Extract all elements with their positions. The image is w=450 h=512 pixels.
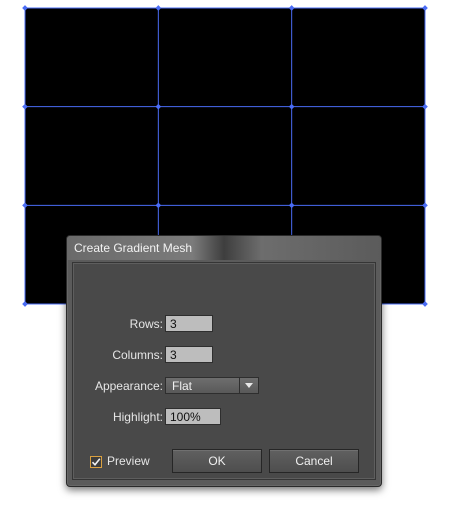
- mesh-anchor-point[interactable]: [422, 202, 428, 209]
- mesh-anchor-point[interactable]: [288, 202, 295, 209]
- preview-checkbox[interactable]: [90, 456, 102, 468]
- appearance-select[interactable]: Flat: [165, 377, 259, 394]
- dialog-title: Create Gradient Mesh: [74, 241, 193, 255]
- dialog-panel: Rows: 3 Columns: 3 Appearance: Flat High…: [72, 262, 376, 480]
- mesh-anchor-point[interactable]: [155, 5, 162, 11]
- columns-input[interactable]: 3: [165, 346, 213, 363]
- rows-label: Rows:: [129, 317, 163, 331]
- appearance-label: Appearance:: [94, 379, 163, 393]
- highlight-input[interactable]: 100%: [165, 408, 221, 425]
- checkmark-icon: [91, 458, 101, 467]
- appearance-selected-value: Flat: [172, 379, 193, 393]
- highlight-label: Highlight:: [112, 410, 163, 424]
- mesh-anchor-point[interactable]: [22, 103, 28, 110]
- mesh-anchor-point[interactable]: [288, 5, 295, 11]
- rows-input[interactable]: 3: [165, 315, 213, 332]
- mesh-anchor-point[interactable]: [422, 103, 428, 110]
- columns-label: Columns:: [112, 348, 163, 362]
- mesh-anchor-point[interactable]: [22, 202, 28, 209]
- dropdown-arrow-icon[interactable]: [239, 378, 258, 393]
- mesh-anchor-point[interactable]: [155, 103, 162, 110]
- cancel-button[interactable]: Cancel: [269, 449, 359, 473]
- mesh-anchor-point[interactable]: [22, 301, 28, 307]
- mesh-anchor-point[interactable]: [422, 301, 428, 307]
- ok-button[interactable]: OK: [172, 449, 262, 473]
- mesh-anchor-point[interactable]: [155, 202, 162, 209]
- mesh-anchor-point[interactable]: [22, 5, 28, 11]
- preview-label[interactable]: Preview: [107, 454, 150, 468]
- dialog-titlebar[interactable]: Create Gradient Mesh: [67, 236, 381, 260]
- mesh-anchor-point[interactable]: [288, 103, 295, 110]
- create-gradient-mesh-dialog: Create Gradient Mesh Rows: 3 Columns: 3 …: [66, 235, 382, 487]
- mesh-anchor-point[interactable]: [422, 5, 428, 11]
